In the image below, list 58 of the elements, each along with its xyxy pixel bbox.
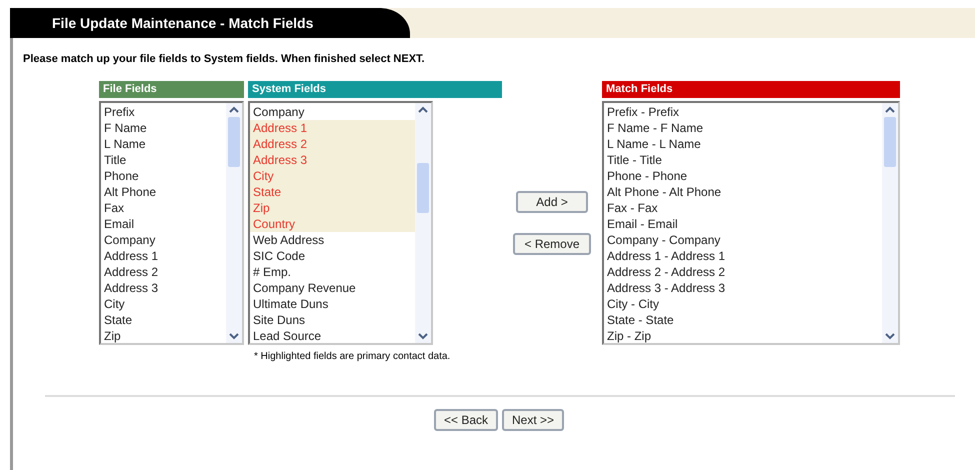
list-item[interactable]: City — [250, 168, 415, 184]
list-item[interactable]: Prefix — [101, 104, 226, 120]
list-item[interactable]: Address 2 - Address 2 — [604, 264, 882, 280]
list-item[interactable]: Prefix - Prefix — [604, 104, 882, 120]
remove-button[interactable]: < Remove — [513, 233, 591, 255]
list-item[interactable]: Ultimate Duns — [250, 296, 415, 312]
next-button[interactable]: Next >> — [502, 409, 564, 431]
list-item[interactable]: Address 2 — [250, 136, 415, 152]
list-item[interactable]: SIC Code — [250, 248, 415, 264]
window-title: File Update Maintenance - Match Fields — [10, 8, 410, 38]
list-item[interactable]: State - State — [604, 312, 882, 328]
list-item[interactable]: State — [250, 184, 415, 200]
list-item[interactable]: L Name — [101, 136, 226, 152]
list-item[interactable]: Company - Company — [604, 232, 882, 248]
list-item[interactable]: Address 1 — [101, 248, 226, 264]
list-item[interactable]: Phone - Phone — [604, 168, 882, 184]
list-item[interactable]: Address 2 — [101, 264, 226, 280]
add-button[interactable]: Add > — [516, 191, 588, 213]
list-item[interactable]: Fax - Fax — [604, 200, 882, 216]
list-item[interactable]: Alt Phone — [101, 184, 226, 200]
list-item[interactable]: Lead Source — [250, 328, 415, 344]
list-item[interactable]: Zip — [101, 328, 226, 344]
list-item[interactable]: Title — [101, 152, 226, 168]
list-item[interactable]: Company Revenue — [250, 280, 415, 296]
list-item[interactable]: City — [101, 296, 226, 312]
list-item[interactable]: Address 3 - Address 3 — [604, 280, 882, 296]
list-item[interactable]: Alt Phone - Alt Phone — [604, 184, 882, 200]
list-item[interactable]: Zip — [250, 200, 415, 216]
list-item[interactable]: Site Duns — [250, 312, 415, 328]
match-fields-heading: Match Fields — [602, 81, 900, 98]
list-item[interactable]: City - City — [604, 296, 882, 312]
list-item[interactable]: # Emp. — [250, 264, 415, 280]
file-fields-list[interactable]: Prefix F Name L Name Title Phone Alt Phone Fax Email Company Address 1 Address 2 Address 3 City State Zip — [99, 101, 244, 345]
list-item[interactable]: State — [101, 312, 226, 328]
instructions-text: Please match up your file fields to System fields. When finished select NEXT. — [23, 53, 426, 65]
list-item[interactable]: F Name - F Name — [604, 120, 882, 136]
list-item[interactable]: Web Address — [250, 232, 415, 248]
list-item[interactable]: Address 1 - Address 1 — [604, 248, 882, 264]
list-item[interactable]: Phone — [101, 168, 226, 184]
list-item[interactable]: Zip - Zip — [604, 328, 882, 344]
list-item[interactable]: Fax — [101, 200, 226, 216]
list-item[interactable]: Title - Title — [604, 152, 882, 168]
back-button[interactable]: << Back — [434, 409, 498, 431]
file-fields-heading: File Fields — [99, 81, 244, 98]
list-item[interactable]: Company — [250, 104, 415, 120]
system-fields-heading: System Fields — [248, 81, 502, 98]
system-fields-list[interactable]: Company Address 1 Address 2 Address 3 City State Zip Country Web Address SIC Code # Emp. Company Revenue Ultimate Duns Site Duns Lead Source — [248, 101, 433, 345]
list-item[interactable]: Address 3 — [250, 152, 415, 168]
footnote-text: * Highlighted fields are primary contact data. — [253, 351, 452, 362]
list-item[interactable]: Country — [250, 216, 415, 232]
list-item[interactable]: Email - Email — [604, 216, 882, 232]
list-item[interactable]: Email — [101, 216, 226, 232]
list-item[interactable]: F Name — [101, 120, 226, 136]
list-item[interactable]: Address 3 — [101, 280, 226, 296]
match-fields-list[interactable] — [602, 101, 900, 345]
list-item[interactable]: Address 1 — [250, 120, 415, 136]
list-item[interactable]: Company — [101, 232, 226, 248]
list-item[interactable]: L Name - L Name — [604, 136, 882, 152]
